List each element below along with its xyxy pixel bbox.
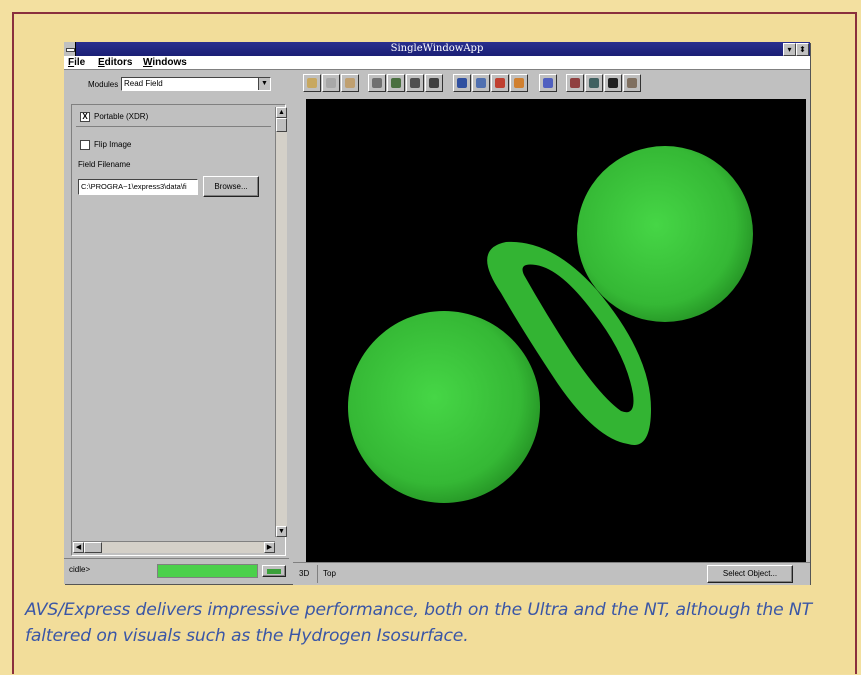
status-button[interactable] (262, 565, 286, 577)
menu-windows[interactable]: Windows (143, 56, 187, 69)
upper-sphere (577, 146, 753, 322)
module-panel: Modules Read Field ▼ X Portable (XDR) Fl… (64, 70, 289, 566)
maximize-button[interactable]: ⬍ (796, 43, 809, 56)
title-bar[interactable]: SingleWindowApp ▾ ⬍ (64, 42, 810, 56)
zoom-icon[interactable] (406, 74, 424, 92)
cube-gray-icon[interactable] (472, 74, 490, 92)
filename-input[interactable]: C:\PROGRA~1\express3\data\fi (78, 179, 198, 195)
menu-file[interactable]: File (68, 56, 85, 69)
modules-value: Read Field (124, 79, 163, 88)
field-filename-label: Field Filename (78, 160, 131, 169)
view-top-label: Top (323, 569, 336, 578)
scroll-down-icon[interactable]: ▼ (276, 526, 287, 537)
menu-editors[interactable]: Editors (98, 56, 132, 69)
window-title: SingleWindowApp (390, 43, 484, 54)
progress-bar (157, 564, 258, 578)
divider (76, 126, 271, 127)
camera-icon[interactable] (303, 74, 321, 92)
chevron-down-icon[interactable]: ▼ (258, 78, 270, 90)
portable-label: Portable (XDR) (94, 112, 149, 121)
status-text: cidle> (69, 565, 91, 574)
caption-text: AVS/Express delivers impressive performa… (25, 600, 812, 646)
flip-image-checkbox[interactable] (80, 140, 90, 150)
modules-select[interactable]: Read Field ▼ (121, 77, 271, 91)
scroll-up-icon[interactable]: ▲ (276, 107, 287, 118)
window-icon[interactable] (585, 74, 603, 92)
translate-icon[interactable] (425, 74, 443, 92)
vertical-scrollbar[interactable]: ▲ ▼ (275, 107, 287, 537)
scroll-thumb[interactable] (276, 118, 287, 132)
isosurface-render (348, 146, 753, 503)
status-icon (267, 569, 281, 574)
module-params: X Portable (XDR) Flip Image Field Filena… (71, 104, 287, 556)
person-icon[interactable] (341, 74, 359, 92)
horizontal-scrollbar[interactable]: ◀ ▶ (73, 541, 275, 553)
film-icon[interactable] (604, 74, 622, 92)
flip-image-label: Flip Image (94, 140, 132, 149)
camera2-icon[interactable] (322, 74, 340, 92)
hscroll-thumb[interactable] (84, 542, 102, 553)
select-object-button[interactable]: Select Object... (707, 565, 793, 583)
divider (317, 565, 318, 583)
print-icon[interactable] (566, 74, 584, 92)
car-icon[interactable] (623, 74, 641, 92)
scale-icon[interactable] (387, 74, 405, 92)
rotate-icon[interactable] (368, 74, 386, 92)
modules-label: Modules (88, 80, 119, 89)
status-bar: cidle> (64, 558, 289, 583)
viewer-toolbar (293, 72, 810, 94)
menu-bar: File Editors Windows (64, 56, 810, 70)
browse-button[interactable]: Browse... (203, 176, 259, 197)
portable-checkbox[interactable]: X (80, 112, 90, 122)
app-window: SingleWindowApp ▾ ⬍ File Editors Windows… (64, 42, 810, 585)
cube-red-icon[interactable] (491, 74, 509, 92)
3d-viewport[interactable] (306, 99, 806, 565)
viewer-status-bar: 3D Top Select Object... (293, 562, 810, 585)
mode-3d-label: 3D (299, 569, 310, 578)
lower-sphere (348, 311, 540, 503)
scroll-right-icon[interactable]: ▶ (264, 542, 275, 553)
cube-orange-icon[interactable] (510, 74, 528, 92)
cube-blue-icon[interactable] (453, 74, 471, 92)
light-icon[interactable] (539, 74, 557, 92)
scroll-left-icon[interactable]: ◀ (73, 542, 84, 553)
minimize-button[interactable]: ▾ (783, 43, 796, 56)
